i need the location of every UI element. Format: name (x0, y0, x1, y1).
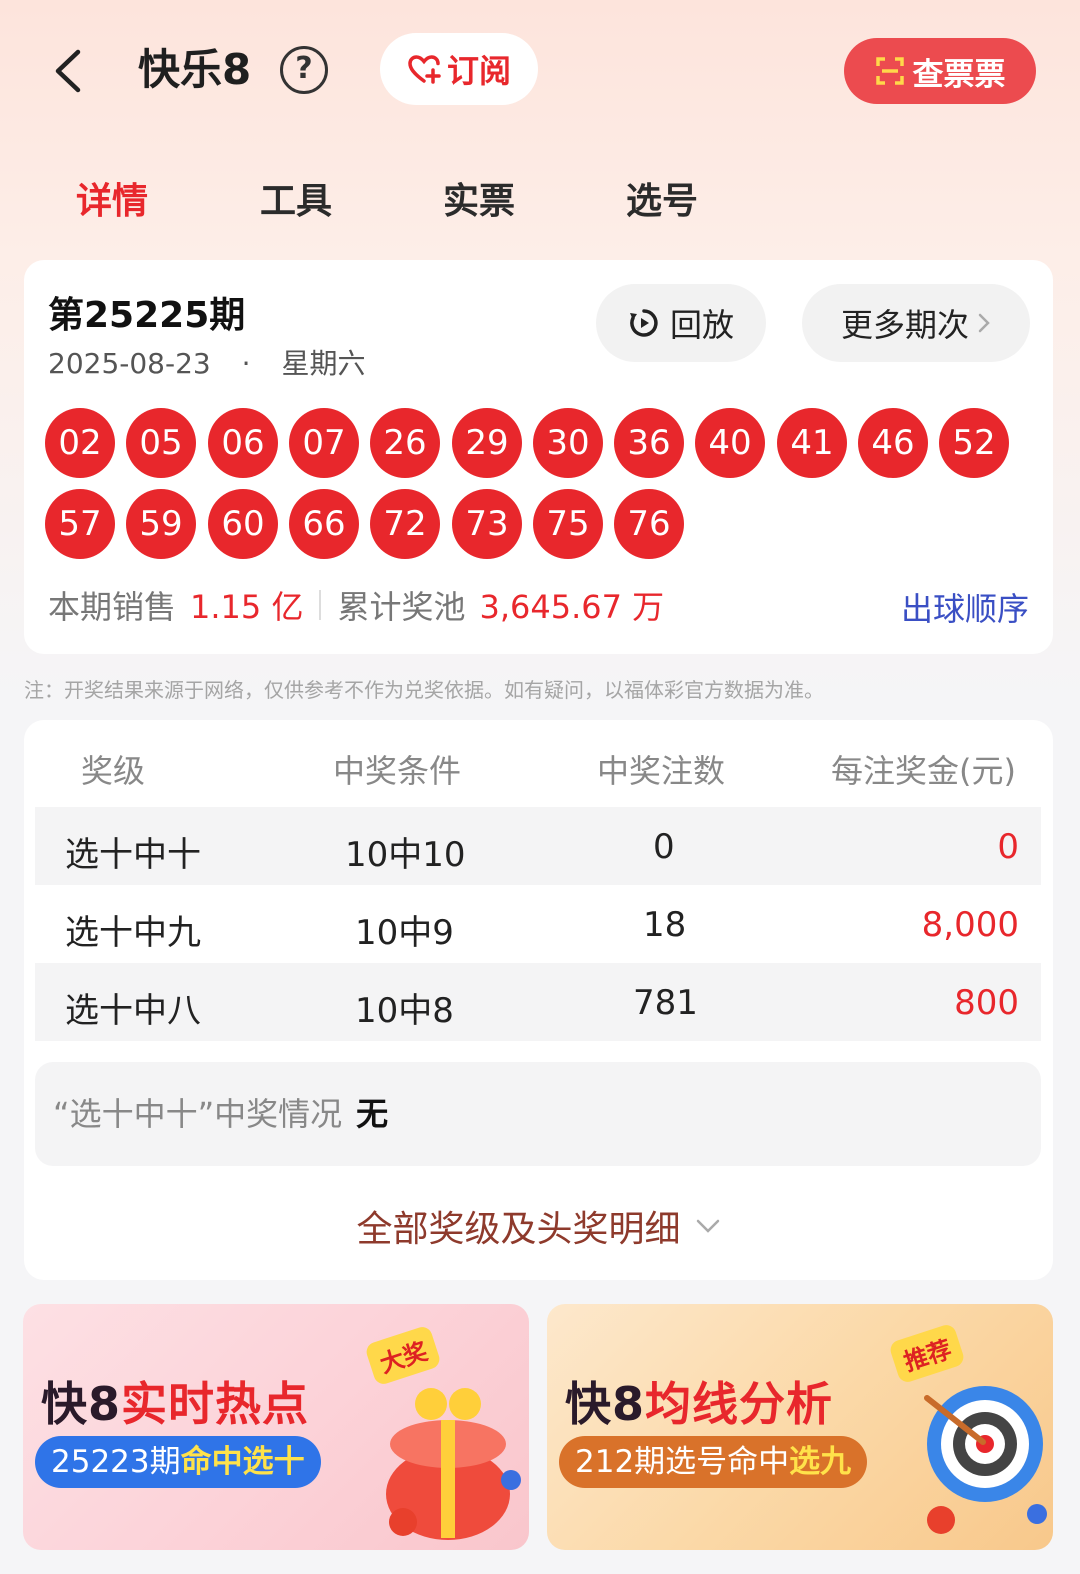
row-prize: 800 (954, 983, 1019, 1023)
tab-details[interactable]: 详情 (76, 172, 148, 224)
number-ball: 57 (45, 489, 115, 559)
draw-date-line: 2025-08-23 · 星期六 (48, 342, 365, 382)
date-separator: · (241, 347, 251, 380)
pool-value: 3,645.67 万 (479, 588, 665, 626)
banner-sub-a: 212期选号命中 (575, 1444, 790, 1480)
row-prize: 8,000 (921, 905, 1019, 945)
banner-title-b: 实时热点 (121, 1377, 310, 1431)
number-ball: 05 (126, 408, 196, 478)
all-prizes-label: 全部奖级及头奖明细 (356, 1209, 681, 1250)
row-condition: 10中10 (345, 835, 466, 875)
table-header: 奖级 中奖条件 中奖注数 每注奖金(元) (35, 738, 1041, 808)
back-arrow-icon[interactable] (48, 46, 88, 96)
banner-subtitle: 25223期命中选十 (35, 1436, 321, 1488)
banner-title: 快8实时热点 (41, 1368, 309, 1434)
draw-weekday: 星期六 (281, 347, 366, 380)
row-condition: 10中8 (355, 991, 454, 1031)
help-icon[interactable]: ? (280, 46, 328, 94)
all-prizes-toggle[interactable]: 全部奖级及头奖明细 (24, 1200, 1053, 1252)
number-ball: 46 (858, 408, 928, 478)
number-ball: 76 (614, 489, 684, 559)
number-ball: 29 (452, 408, 522, 478)
ball-order-link[interactable]: 出球顺序 (901, 584, 1029, 630)
winner-value: 无 (356, 1095, 389, 1133)
number-ball: 66 (289, 489, 359, 559)
table-row: 选十中九 10中9 18 8,000 (35, 885, 1041, 963)
number-ball: 07 (289, 408, 359, 478)
check-ticket-label: 查票票 (912, 56, 1006, 93)
number-ball: 02 (45, 408, 115, 478)
row-level: 选十中十 (65, 835, 201, 875)
hot-topics-banner[interactable]: 快8实时热点 25223期命中选十 大奖 (23, 1304, 529, 1550)
number-ball: 59 (126, 489, 196, 559)
banner-sub-a: 25223期 (51, 1444, 181, 1480)
number-ball: 30 (533, 408, 603, 478)
disclaimer-note: 注：开奖结果来源于网络，仅供参考不作为兑奖依据。如有疑问，以福体彩官方数据为准。 (24, 678, 824, 702)
number-ball: 73 (452, 489, 522, 559)
header-level: 奖级 (81, 752, 146, 790)
sales-value: 1.15 亿 (190, 588, 304, 626)
trend-analysis-banner[interactable]: 快8均线分析 212期选号命中选九 推荐 (547, 1304, 1053, 1550)
number-ball: 26 (370, 408, 440, 478)
number-ball: 60 (208, 489, 278, 559)
chevron-down-icon (696, 1219, 719, 1233)
header-count: 中奖注数 (597, 752, 726, 790)
tab-pick-numbers[interactable]: 选号 (626, 172, 698, 224)
header-condition: 中奖条件 (333, 752, 462, 790)
pool-label: 累计奖池 (337, 588, 466, 626)
subscribe-button[interactable]: 订阅 (380, 33, 538, 105)
banner-title-a: 快8 (41, 1377, 122, 1431)
tab-bar: 详情 工具 实票 选号 (0, 160, 1080, 240)
subscribe-label: 订阅 (446, 52, 511, 90)
scan-icon (875, 57, 904, 85)
sales-info: 本期销售 1.15 亿 累计奖池 3,645.67 万 (48, 582, 664, 628)
number-ball: 52 (939, 408, 1009, 478)
number-ball: 41 (777, 408, 847, 478)
period-number: 第25225期 (48, 295, 246, 336)
row-count: 781 (633, 983, 698, 1023)
heart-plus-icon (408, 55, 441, 84)
top-bar: 快乐8 ? 订阅 查票票 (0, 0, 1080, 140)
row-count: 18 (643, 905, 687, 945)
replay-button[interactable]: 回放 (596, 284, 766, 362)
more-periods-label: 更多期次 (840, 306, 969, 344)
banner-title-b: 均线分析 (645, 1377, 834, 1431)
number-ball: 75 (533, 489, 603, 559)
row-prize: 0 (997, 827, 1019, 867)
number-ball: 40 (695, 408, 765, 478)
divider (319, 590, 322, 620)
replay-label: 回放 (669, 306, 734, 344)
table-row: 选十中十 10中10 0 0 (35, 807, 1041, 885)
banner-title-a: 快8 (565, 1377, 646, 1431)
prize-table-card: 奖级 中奖条件 中奖注数 每注奖金(元) 选十中十 10中10 0 0 选十中九… (24, 720, 1053, 1280)
winner-label: “选十中十”中奖情况 (53, 1095, 343, 1133)
banner-title: 快8均线分析 (565, 1368, 833, 1434)
banner-sub-b: 命中选十 (180, 1444, 305, 1480)
header-prize: 每注奖金(元) (831, 752, 1016, 790)
tab-real-tickets[interactable]: 实票 (443, 172, 515, 224)
sales-label: 本期销售 (48, 588, 177, 626)
banner-subtitle: 212期选号命中选九 (559, 1436, 868, 1488)
table-row: 选十中八 10中8 781 800 (35, 963, 1041, 1041)
dartboard-icon (924, 1386, 1047, 1534)
draw-result-card: 第25225期 2025-08-23 · 星期六 回放 更多期次 02 05 06 0… (24, 260, 1053, 654)
number-ball: 36 (614, 408, 684, 478)
number-ball: 06 (208, 408, 278, 478)
draw-date: 2025-08-23 (48, 347, 211, 380)
number-ball: 72 (370, 489, 440, 559)
page-title: 快乐8 (138, 45, 252, 94)
gift-box-icon (386, 1388, 521, 1540)
row-level: 选十中九 (65, 913, 201, 953)
banner-sub-b: 选九 (789, 1444, 852, 1480)
row-count: 0 (653, 827, 675, 867)
more-periods-button[interactable]: 更多期次 (802, 284, 1030, 362)
row-condition: 10中9 (355, 913, 454, 953)
check-ticket-button[interactable]: 查票票 (844, 38, 1036, 104)
replay-icon (629, 309, 658, 337)
tab-tools[interactable]: 工具 (260, 172, 332, 224)
jackpot-winner-status: “选十中十”中奖情况无 (35, 1062, 1041, 1166)
row-level: 选十中八 (65, 991, 201, 1031)
chevron-right-icon (978, 313, 990, 333)
